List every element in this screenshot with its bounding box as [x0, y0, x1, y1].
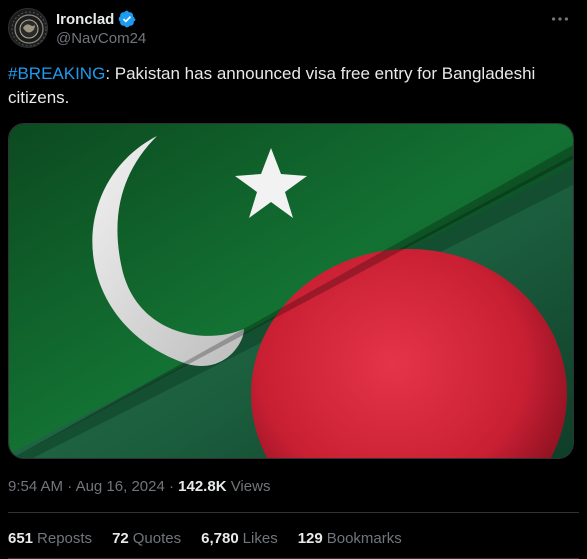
quotes-count: 72 [112, 530, 129, 547]
likes-count: 6,780 [201, 530, 239, 547]
pakistan-bangladesh-flags-image [9, 124, 573, 458]
user-handle[interactable]: @NavCom24 [56, 30, 146, 47]
tweet-text: #BREAKING: Pakistan has announced visa f… [8, 62, 573, 110]
tweet-time[interactable]: 9:54 AM [8, 478, 63, 495]
likes-stat[interactable]: 6,780 Likes [201, 530, 278, 547]
quotes-stat[interactable]: 72 Quotes [112, 530, 181, 547]
quotes-label: Quotes [132, 530, 182, 547]
tweet-meta: 9:54 AM · Aug 16, 2024 · 142.8K Views [8, 478, 270, 495]
tweet-media[interactable] [8, 123, 574, 459]
more-options-icon[interactable] [549, 8, 571, 30]
views-count: 142.8K [178, 478, 227, 495]
reposts-stat[interactable]: 651 Reposts [8, 530, 92, 547]
views-label: Views [230, 478, 271, 495]
globe-emblem-icon [10, 10, 47, 47]
verified-badge-icon [119, 10, 136, 28]
bookmarks-stat[interactable]: 129 Bookmarks [298, 530, 402, 547]
divider [8, 512, 579, 513]
reposts-label: Reposts [37, 530, 93, 547]
tweet-date[interactable]: Aug 16, 2024 [76, 478, 165, 495]
tweet-header: Ironclad @NavCom24 [8, 8, 579, 50]
bookmarks-label: Bookmarks [326, 530, 402, 547]
display-name[interactable]: Ironclad [56, 11, 114, 28]
likes-label: Likes [242, 530, 278, 547]
meta-separator: · [67, 478, 73, 495]
engagement-stats: 651 Reposts 72 Quotes 6,780 Likes 129 Bookma… [8, 530, 402, 547]
avatar[interactable] [8, 8, 48, 48]
bookmarks-count: 129 [297, 530, 323, 547]
reposts-count: 651 [8, 530, 34, 547]
hashtag-link[interactable]: #BREAKING [8, 64, 105, 83]
meta-separator: · [168, 478, 174, 495]
